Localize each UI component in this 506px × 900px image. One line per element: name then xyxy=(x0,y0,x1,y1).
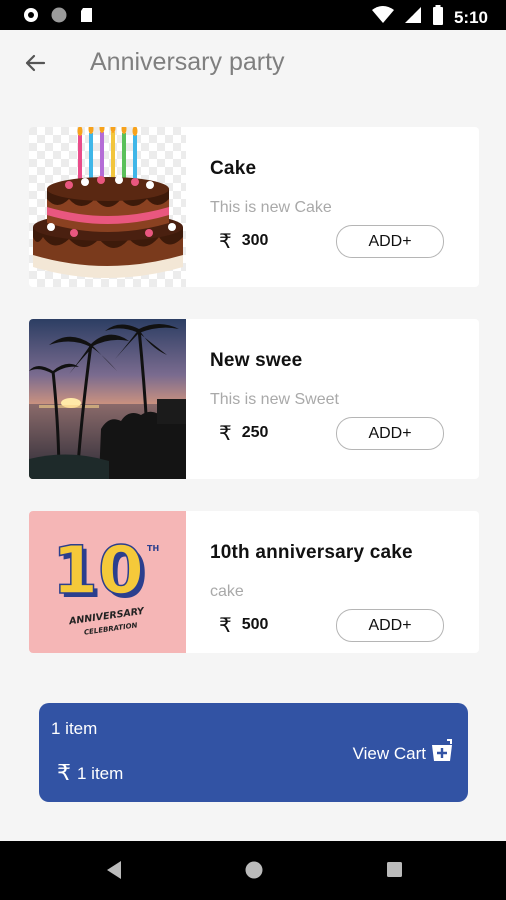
chocolate-cake-image xyxy=(29,127,186,287)
product-card[interactable]: 10 10 TH ANNIVERSARY CELEBRATION 10th an… xyxy=(29,511,479,653)
product-name: New swee xyxy=(210,350,303,371)
back-button[interactable] xyxy=(20,50,50,80)
product-card[interactable]: Cake This is new Cake ₹ 300 ADD+ xyxy=(29,127,479,287)
product-name: Cake xyxy=(210,158,257,179)
system-nav-bar xyxy=(0,841,506,900)
nav-back-icon[interactable] xyxy=(104,859,124,886)
price: ₹ 250 xyxy=(219,421,268,445)
battery-icon xyxy=(432,5,444,30)
product-description: This is new Sweet xyxy=(210,391,339,408)
product-card[interactable]: New swee This is new Sweet ₹ 250 ADD+ xyxy=(29,319,479,479)
anniversary-10-image: 10 10 TH ANNIVERSARY CELEBRATION xyxy=(29,511,186,653)
signal-icon xyxy=(404,6,422,29)
price-value: 300 xyxy=(241,232,269,249)
rupee-icon: ₹ xyxy=(219,613,232,637)
cart-summary-bar[interactable]: 1 item ₹ 1 item View Cart xyxy=(39,703,468,802)
add-button[interactable]: ADD+ xyxy=(336,609,444,642)
product-description: cake xyxy=(210,583,244,600)
sunset-palm-image xyxy=(29,319,186,479)
view-cart-button[interactable]: View Cart xyxy=(353,739,454,768)
cart-item-count: 1 item xyxy=(51,719,98,738)
add-button[interactable]: ADD+ xyxy=(336,225,444,258)
nav-recents-icon[interactable] xyxy=(385,859,405,886)
price-value: 250 xyxy=(241,424,269,441)
arrow-left-icon xyxy=(23,51,47,80)
product-description: This is new Cake xyxy=(210,199,332,216)
sd-card-icon xyxy=(78,6,96,24)
app-bar: Anniversary party xyxy=(0,30,506,100)
rupee-icon: ₹ xyxy=(57,761,71,786)
clock: 5:10 xyxy=(453,7,488,27)
wifi-icon xyxy=(371,6,394,29)
price-value: 500 xyxy=(241,616,269,633)
cart-subtotal: 1 item xyxy=(77,763,124,783)
cart-add-icon xyxy=(430,739,454,768)
notification-icon xyxy=(22,6,40,24)
add-button[interactable]: ADD+ xyxy=(336,417,444,450)
rupee-icon: ₹ xyxy=(219,421,232,445)
price: ₹ 300 xyxy=(219,229,268,253)
view-cart-label: View Cart xyxy=(352,743,426,763)
circle-icon xyxy=(50,6,68,24)
rupee-icon: ₹ xyxy=(219,229,232,253)
product-name: 10th anniversary cake xyxy=(210,542,413,563)
status-bar: 5:10 xyxy=(0,0,506,30)
nav-home-icon[interactable] xyxy=(243,859,265,886)
page-title: Anniversary party xyxy=(90,48,285,76)
image-superscript: TH xyxy=(147,544,159,553)
price: ₹ 500 xyxy=(219,613,268,637)
image-number: 10 xyxy=(52,532,144,609)
